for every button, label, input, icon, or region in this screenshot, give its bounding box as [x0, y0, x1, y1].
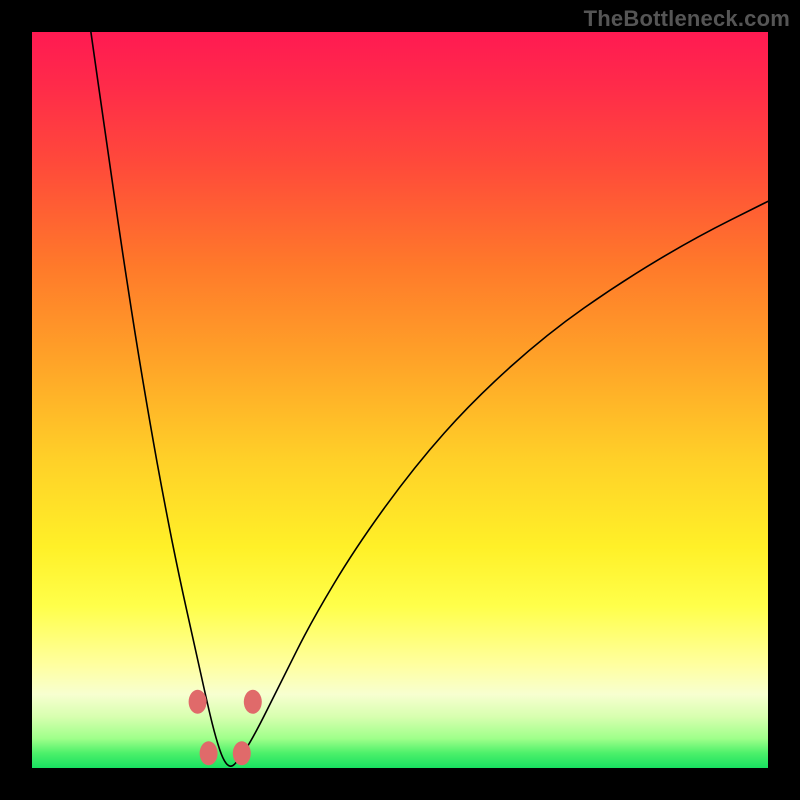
markers-group	[189, 690, 262, 766]
chart-frame: TheBottleneck.com	[0, 0, 800, 800]
curve-marker	[200, 741, 218, 765]
bottleneck-curve	[91, 32, 768, 766]
curve-marker	[233, 741, 251, 765]
plot-area	[32, 32, 768, 768]
chart-svg	[32, 32, 768, 768]
watermark-text: TheBottleneck.com	[584, 6, 790, 32]
curve-marker	[244, 690, 262, 714]
curve-marker	[189, 690, 207, 714]
